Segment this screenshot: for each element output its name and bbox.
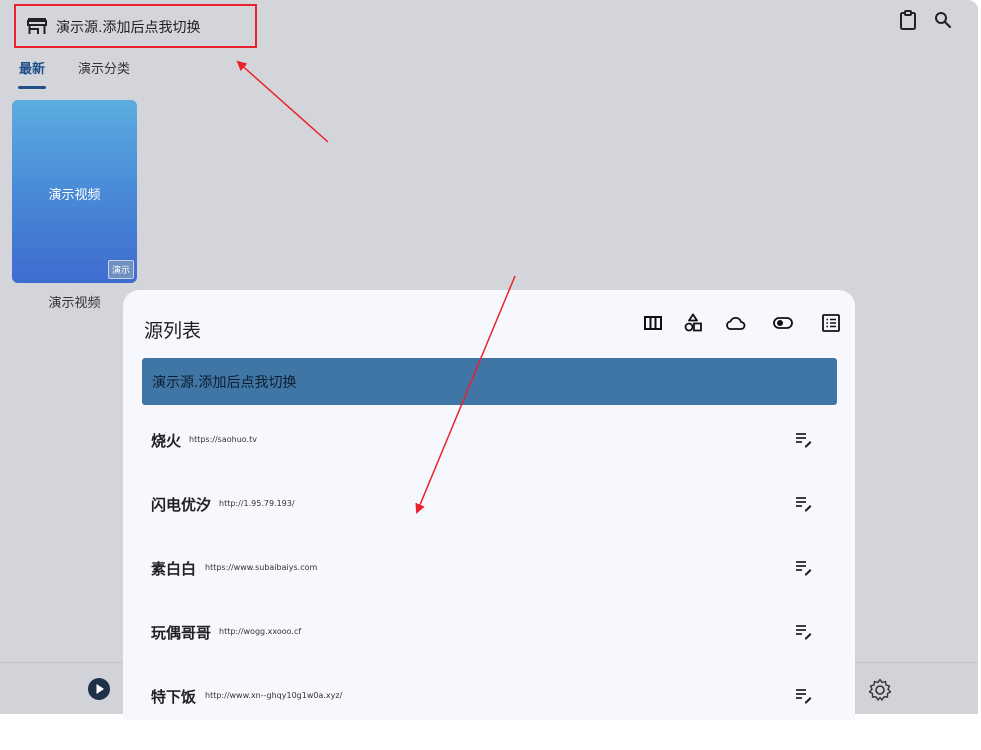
gear-icon[interactable]: [867, 677, 893, 703]
source-row[interactable]: 烧火 https://saohuo.tv: [142, 430, 837, 494]
source-row[interactable]: 玩偶哥哥 http://wogg.xxooo.cf: [142, 622, 837, 686]
edit-icon[interactable]: [793, 428, 815, 450]
top-bar: 演示源.添加后点我切换: [0, 0, 978, 50]
sheet-title: 源列表: [144, 320, 202, 342]
source-name: 玩偶哥哥: [151, 624, 212, 642]
source-list-sheet: 源列表 演示源.添加后点我切换 烧火 https://saohuo.tv 闪电优…: [123, 290, 855, 720]
video-card-title: 演示视频: [48, 188, 101, 203]
play-icon[interactable]: [87, 677, 111, 701]
selected-source-row[interactable]: 演示源.添加后点我切换: [142, 358, 837, 405]
clipboard-icon[interactable]: [897, 9, 919, 31]
source-row[interactable]: 素白白 https://www.subaibaiys.com: [142, 558, 837, 622]
source-row[interactable]: 闪电优汐 http://1.95.79.193/: [142, 494, 837, 558]
source-url: http://wogg.xxooo.cf: [219, 627, 302, 636]
video-caption[interactable]: 演示视频: [12, 292, 137, 311]
tab-indicator: [18, 86, 46, 89]
edit-icon[interactable]: [793, 492, 815, 514]
search-icon[interactable]: [932, 9, 954, 31]
source-url: http://www.xn--ghqy10g1w0a.xyz/: [205, 691, 343, 700]
video-badge: 演示: [107, 260, 134, 279]
category-tabs: 最新 演示分类: [0, 52, 300, 92]
source-row[interactable]: 特下饭 http://www.xn--ghqy10g1w0a.xyz/: [142, 686, 837, 750]
source-name: 特下饭: [151, 688, 197, 706]
edit-icon[interactable]: [793, 684, 815, 706]
column-view-icon[interactable]: [642, 312, 664, 334]
source-url: https://www.subaibaiys.com: [205, 563, 318, 572]
shapes-icon[interactable]: [682, 312, 704, 334]
source-title-button[interactable]: 演示源.添加后点我切换: [14, 4, 257, 48]
app-title: 演示源.添加后点我切换: [56, 20, 201, 36]
edit-icon[interactable]: [793, 620, 815, 642]
toggle-icon[interactable]: [772, 312, 794, 334]
source-url: http://1.95.79.193/: [219, 499, 295, 508]
tab-demo-category[interactable]: 演示分类: [78, 58, 130, 77]
video-card[interactable]: 演示视频 演示: [12, 100, 137, 283]
list-view-icon[interactable]: [820, 312, 842, 334]
source-name: 素白白: [151, 560, 197, 578]
store-icon: [27, 18, 47, 34]
selected-source-name: 演示源.添加后点我切换: [152, 375, 297, 391]
source-url: https://saohuo.tv: [189, 435, 257, 444]
source-name: 烧火: [151, 432, 182, 450]
edit-icon[interactable]: [793, 556, 815, 578]
tab-latest[interactable]: 最新: [19, 58, 45, 77]
cloud-icon[interactable]: [724, 312, 746, 334]
source-name: 闪电优汐: [151, 496, 212, 514]
